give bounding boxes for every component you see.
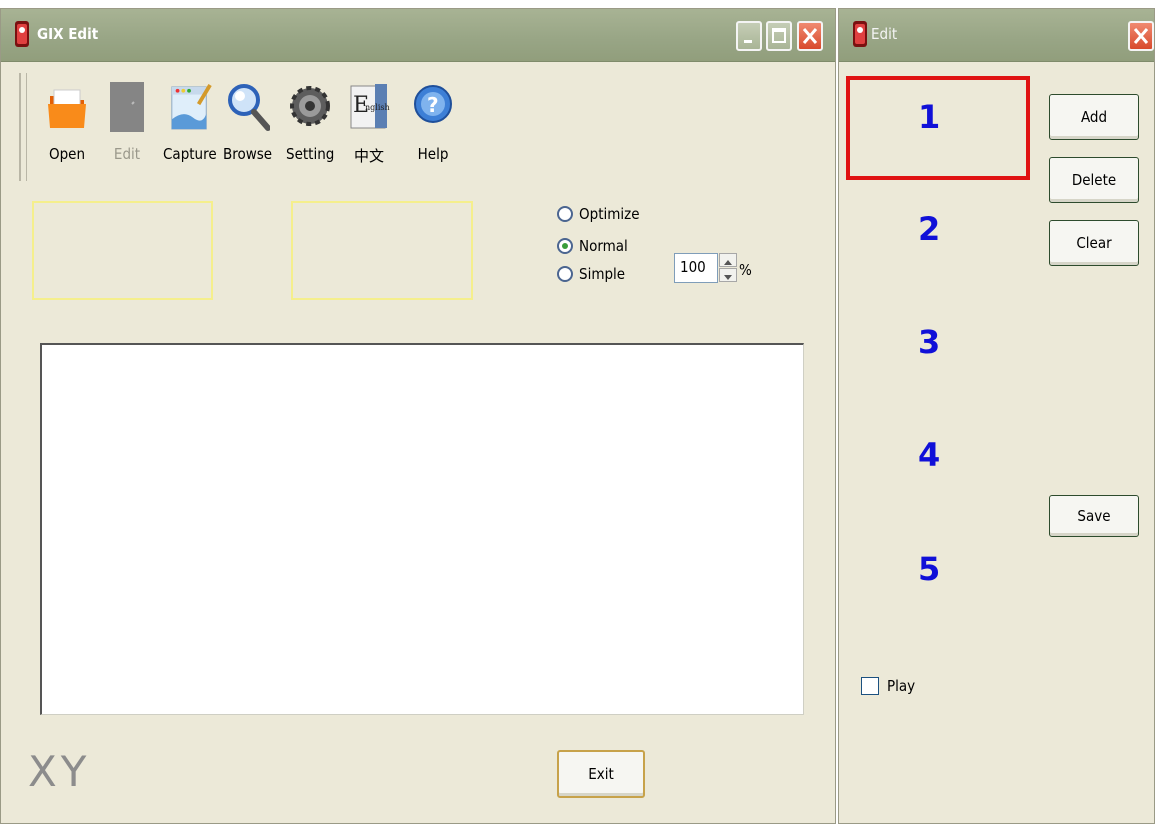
exit-button[interactable]: Exit <box>557 750 645 798</box>
simple-radio-circle[interactable] <box>557 266 573 282</box>
save-button[interactable]: Save <box>1049 495 1139 537</box>
toolbar-open-button[interactable]: Open <box>45 79 89 163</box>
play-checkbox-box[interactable] <box>861 677 879 695</box>
slot-5[interactable]: 5 <box>918 550 940 588</box>
optimize-radio-circle[interactable] <box>557 206 573 222</box>
optimize-radio-label: Optimize <box>579 205 640 223</box>
help-icon: ? <box>411 79 455 135</box>
simple-radio[interactable]: Simple <box>557 263 625 285</box>
toolbar-open-label: Open <box>48 145 86 163</box>
close-button[interactable] <box>797 21 823 51</box>
arrow-up-icon <box>724 260 732 265</box>
slot-3[interactable]: 3 <box>918 323 940 361</box>
svg-text:nglish: nglish <box>365 103 390 112</box>
scale-down-button[interactable] <box>719 268 737 282</box>
toolbar-browse-label: Browse <box>223 145 273 163</box>
maximize-button[interactable] <box>766 21 792 51</box>
toolbar-language-button[interactable]: E nglish 中文 <box>347 79 391 166</box>
normal-radio-circle[interactable] <box>557 238 573 254</box>
simple-radio-label: Simple <box>579 265 626 283</box>
normal-radio-label: Normal <box>579 237 628 255</box>
english-book-icon: E nglish <box>347 79 391 135</box>
toolbar-setting-button[interactable]: Setting <box>286 79 334 163</box>
clear-button[interactable]: Clear <box>1049 220 1139 266</box>
toolbar-browse-button[interactable]: Browse <box>223 79 272 163</box>
slot-4[interactable]: 4 <box>918 436 940 474</box>
gear-icon <box>288 79 332 135</box>
toolbar-help-button[interactable]: ? Help <box>411 79 455 163</box>
add-button[interactable]: Add <box>1049 94 1139 140</box>
delete-button[interactable]: Delete <box>1049 157 1139 203</box>
optimize-radio[interactable]: Optimize <box>557 203 640 225</box>
folder-icon <box>45 79 89 135</box>
slot-2[interactable]: 2 <box>918 210 940 248</box>
preview-box-right <box>291 201 473 300</box>
svg-text:?: ? <box>427 93 439 117</box>
edit-app-icon <box>849 19 871 53</box>
toolbar-language-label: 中文 <box>353 147 384 165</box>
edit-titlebar[interactable]: Edit <box>839 9 1154 62</box>
toolbar-capture-button[interactable]: Capture <box>163 79 217 163</box>
minimize-button[interactable] <box>736 21 762 51</box>
app-icon <box>11 19 33 53</box>
preview-box-left <box>32 201 213 300</box>
toolbar-help-label: Help <box>417 145 449 163</box>
magnifier-icon <box>226 79 270 135</box>
edit-icon <box>105 79 149 135</box>
toolbar-edit-button[interactable]: Edit <box>105 79 149 163</box>
scale-up-button[interactable] <box>719 253 737 267</box>
image-canvas[interactable] <box>40 343 804 715</box>
edit-window-title: Edit <box>871 25 898 43</box>
capture-icon <box>168 79 212 135</box>
scale-unit: % <box>739 261 752 279</box>
toolbar-edit-label: Edit <box>113 145 141 163</box>
close-icon <box>1133 28 1149 44</box>
scale-stepper[interactable] <box>719 253 737 283</box>
coords-label: XY <box>28 747 91 796</box>
edit-close-button[interactable] <box>1128 21 1154 51</box>
play-checkbox[interactable]: Play <box>861 677 915 695</box>
main-titlebar[interactable]: GIX Edit <box>1 9 835 62</box>
slot-1[interactable]: 1 <box>918 98 940 136</box>
arrow-down-icon <box>724 275 732 280</box>
window-title: GIX Edit <box>37 25 99 43</box>
normal-radio[interactable]: Normal <box>557 235 628 257</box>
toolbar-setting-label: Setting <box>286 145 335 163</box>
toolbar-capture-label: Capture <box>163 145 217 163</box>
toolbar-grip[interactable] <box>19 73 27 181</box>
play-checkbox-label: Play <box>887 677 916 695</box>
scale-input[interactable]: 100 <box>674 253 718 283</box>
gix-edit-window: GIX Edit Open Edit Capture Browse Settin… <box>0 8 836 824</box>
